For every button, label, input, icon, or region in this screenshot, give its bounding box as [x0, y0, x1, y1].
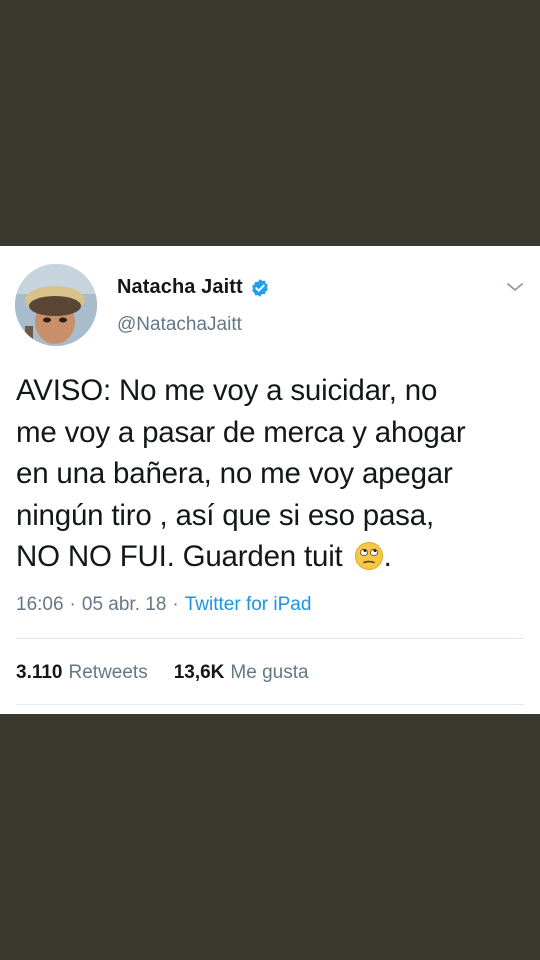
meta-separator: ·	[69, 594, 76, 615]
meta-separator: ·	[172, 594, 179, 615]
tweet-body: AVISO: No me voy a suicidar, no me voy a…	[16, 374, 466, 573]
verified-badge-icon	[250, 278, 270, 298]
likes-label[interactable]: Me gusta	[230, 662, 308, 684]
divider	[16, 638, 524, 639]
retweets-label[interactable]: Retweets	[69, 662, 148, 684]
tweet-card: Natacha Jaitt @NatachaJaitt AVISO: No me…	[0, 246, 540, 714]
retweets-count[interactable]: 3.110	[16, 662, 63, 684]
chevron-down-icon[interactable]	[504, 278, 526, 296]
tweet-text: AVISO: No me voy a suicidar, no me voy a…	[16, 370, 528, 578]
eye-roll-emoji-icon	[354, 541, 384, 571]
author-name-row: Natacha Jaitt	[117, 276, 270, 299]
tweet-stats: 3.110 Retweets 13,6K Me gusta	[16, 662, 309, 684]
avatar-image	[15, 264, 97, 346]
divider	[16, 704, 524, 705]
screenshot-frame: Natacha Jaitt @NatachaJaitt AVISO: No me…	[0, 0, 540, 960]
author-handle[interactable]: @NatachaJaitt	[117, 314, 242, 336]
likes-count[interactable]: 13,6K	[174, 662, 225, 684]
tweet-meta: 16:06 · 05 abr. 18 · Twitter for iPad	[16, 594, 311, 616]
tweet-date[interactable]: 05 abr. 18	[82, 594, 167, 616]
avatar[interactable]	[15, 264, 97, 346]
author-display-name[interactable]: Natacha Jaitt	[117, 276, 243, 299]
tweet-time[interactable]: 16:06	[16, 594, 64, 616]
tweet-text-end: .	[383, 540, 392, 573]
tweet-source-link[interactable]: Twitter for iPad	[185, 594, 312, 616]
